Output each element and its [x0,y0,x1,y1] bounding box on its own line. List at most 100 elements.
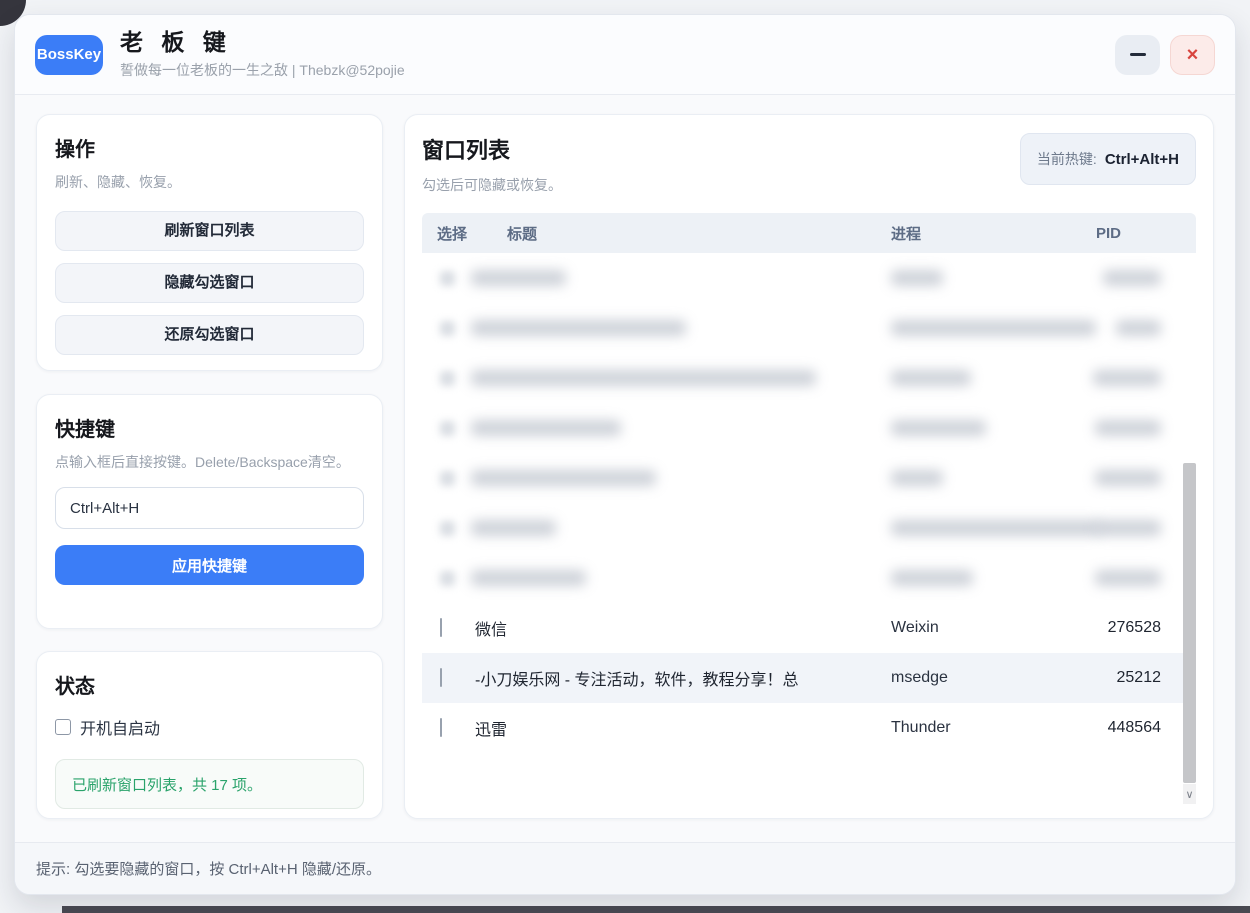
status-panel: 状态 开机自启动 已刷新窗口列表，共 17 项。 [36,651,383,819]
scrollbar-thumb[interactable] [1183,463,1196,783]
table-row-redacted[interactable] [422,403,1196,453]
blur-pid [1095,470,1161,486]
row-title-cell [475,520,891,536]
column-header-select: 选择 [437,223,475,244]
window-list-subtitle: 勾选后可隐藏或恢复。 [422,175,562,195]
table-row-redacted[interactable] [422,353,1196,403]
column-header-pid: PID [1056,225,1161,242]
row-checkbox-redacted[interactable] [440,571,455,586]
row-select-cell [437,619,475,637]
row-checkbox-redacted[interactable] [440,271,455,286]
blur-title [471,470,656,486]
row-pid-cell [1056,570,1161,586]
row-process: Weixin [891,619,1056,637]
row-checkbox-redacted[interactable] [440,321,455,336]
table-row[interactable]: 微信 Weixin 276528 [422,603,1196,653]
restore-checked-windows-button[interactable]: 还原勾选窗口 [55,315,364,355]
blur-title [471,320,686,336]
actions-panel: 操作 刷新、隐藏、恢复。 刷新窗口列表 隐藏勾选窗口 还原勾选窗口 [36,114,383,371]
footer-tip: 提示: 勾选要隐藏的窗口，按 Ctrl+Alt+H 隐藏/还原。 [36,858,381,879]
row-process-cell [891,370,1056,386]
table-row-redacted[interactable] [422,553,1196,603]
left-column: 操作 刷新、隐藏、恢复。 刷新窗口列表 隐藏勾选窗口 还原勾选窗口 快捷键 点输… [36,114,383,819]
chevron-down-icon[interactable]: ∨ [1183,784,1196,804]
hotkey-panel-subtitle: 点输入框后直接按键。Delete/Backspace清空。 [55,452,364,473]
blur-pid [1093,370,1161,386]
refresh-window-list-button[interactable]: 刷新窗口列表 [55,211,364,251]
table-row-redacted[interactable] [422,303,1196,353]
blur-pid [1095,520,1161,536]
blur-process [891,420,986,436]
row-title-cell [475,370,891,386]
autostart-label: 开机自启动 [80,715,160,739]
row-checkbox-redacted[interactable] [440,521,455,536]
window-list-panel: 窗口列表 勾选后可隐藏或恢复。 当前热键: Ctrl+Alt+H 选择 标题 进… [404,114,1214,819]
row-process-cell [891,320,1056,336]
blur-title [471,570,586,586]
row-title: -小刀娱乐网 - 专注活动，软件，教程分享！总 [475,666,891,690]
row-pid: 25212 [1056,669,1161,687]
row-pid-cell [1056,270,1161,286]
blur-process [891,320,1096,336]
row-checkbox-redacted[interactable] [440,471,455,486]
row-process: Thunder [891,719,1056,737]
bosskey-window: BossKey 老 板 键 誓做每一位老板的一生之敌 | Thebzk@52po… [14,14,1236,895]
table-row-redacted[interactable] [422,253,1196,303]
table-row-redacted[interactable] [422,453,1196,503]
actions-panel-subtitle: 刷新、隐藏、恢复。 [55,172,364,193]
row-title: 迅雷 [475,716,891,740]
row-checkbox-redacted[interactable] [440,421,455,436]
blur-process [891,470,943,486]
row-pid-cell [1056,370,1161,386]
hotkey-input[interactable] [55,487,364,529]
window-controls: × [1115,35,1215,75]
minimize-icon [1130,53,1146,56]
table-row[interactable]: -小刀娱乐网 - 专注活动，软件，教程分享！总 msedge 25212 [422,653,1196,703]
title-block: 老 板 键 誓做每一位老板的一生之敌 | Thebzk@52pojie [120,29,405,79]
blur-process [891,370,971,386]
row-select-cell [437,421,475,436]
row-pid: 276528 [1056,619,1161,637]
row-process-cell [891,520,1056,536]
row-process-cell [891,420,1056,436]
row-title-cell [475,270,891,286]
row-process-cell [891,570,1056,586]
screen: BossKey 老 板 键 誓做每一位老板的一生之敌 | Thebzk@52po… [0,0,1250,913]
row-title-cell [475,420,891,436]
row-pid: 448564 [1056,719,1161,737]
actions-panel-title: 操作 [55,133,364,162]
app-logo: BossKey [35,35,103,75]
close-button[interactable]: × [1170,35,1215,75]
row-process: msedge [891,669,1056,687]
app-footer: 提示: 勾选要隐藏的窗口，按 Ctrl+Alt+H 隐藏/还原。 [15,842,1235,894]
blur-process [891,270,943,286]
hotkey-panel: 快捷键 点输入框后直接按键。Delete/Backspace清空。 应用快捷键 [36,394,383,629]
app-header: BossKey 老 板 键 誓做每一位老板的一生之敌 | Thebzk@52po… [15,15,1235,95]
status-message: 已刷新窗口列表，共 17 项。 [72,774,262,795]
row-checkbox[interactable] [440,718,442,737]
autostart-row: 开机自启动 [55,715,364,739]
apply-hotkey-button[interactable]: 应用快捷键 [55,545,364,585]
taskbar-edge [62,906,1250,913]
table-row-redacted[interactable] [422,503,1196,553]
table-row[interactable]: 迅雷 Thunder 448564 [422,703,1196,753]
table-header: 选择 标题 进程 PID [422,213,1196,253]
blur-process [891,570,973,586]
blur-title [471,370,816,386]
minimize-button[interactable] [1115,35,1160,75]
hide-checked-windows-button[interactable]: 隐藏勾选窗口 [55,263,364,303]
row-checkbox[interactable] [440,618,442,637]
row-checkbox[interactable] [440,668,442,687]
row-checkbox-redacted[interactable] [440,371,455,386]
row-process-cell [891,470,1056,486]
row-title-cell [475,320,891,336]
column-header-process: 进程 [891,223,1056,244]
window-list-title-block: 窗口列表 勾选后可隐藏或恢复。 [422,133,562,195]
hotkey-panel-title: 快捷键 [55,413,364,442]
app-title: 老 板 键 [120,29,405,55]
row-title: 微信 [475,616,891,640]
row-select-cell [437,471,475,486]
autostart-checkbox[interactable] [55,719,71,735]
row-pid-cell [1056,420,1161,436]
content-area: 操作 刷新、隐藏、恢复。 刷新窗口列表 隐藏勾选窗口 还原勾选窗口 快捷键 点输… [15,95,1235,819]
